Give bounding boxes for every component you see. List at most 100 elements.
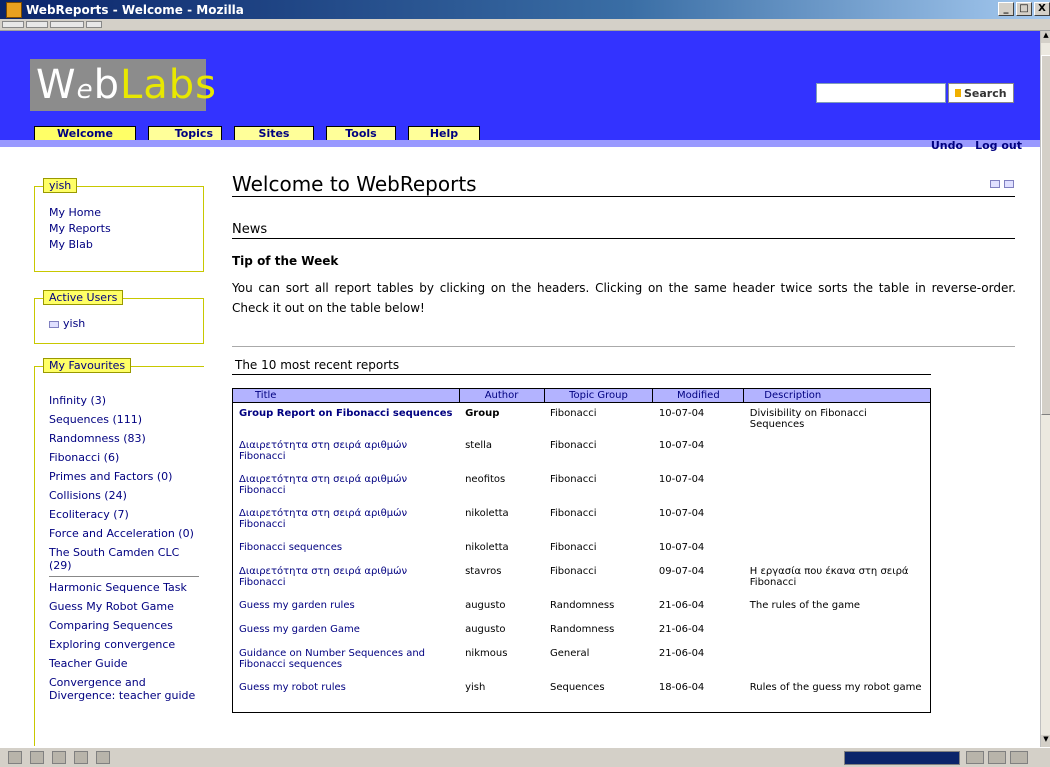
status-bar	[0, 747, 1050, 767]
report-title-cell[interactable]: Διαιρετότητα στη σειρά αριθμών Fibonacci	[233, 435, 460, 469]
favourite-item[interactable]: Teacher Guide	[49, 657, 199, 670]
report-title-cell[interactable]: Guess my garden Game	[233, 619, 460, 643]
favourite-item[interactable]: Collisions (24)	[49, 489, 199, 502]
report-modified-cell: 18-06-04	[658, 681, 705, 693]
table-row[interactable]: Group Report on Fibonacci sequences Group…	[233, 403, 931, 435]
favourites-title: My Favourites	[43, 358, 132, 373]
scrollbar-thumb[interactable]	[1041, 55, 1050, 415]
mail-icon[interactable]	[30, 751, 44, 764]
logout-link[interactable]: Log out	[975, 139, 1022, 152]
report-description-cell	[744, 503, 931, 537]
favourite-item[interactable]: Primes and Factors (0)	[49, 470, 199, 483]
column-header-title[interactable]: Title	[232, 388, 460, 403]
favourite-item[interactable]: Convergence and Divergence: teacher guid…	[49, 676, 199, 702]
news-heading: News	[232, 222, 268, 237]
weblabs-logo[interactable]: WebLabs	[30, 59, 216, 111]
report-title-cell[interactable]: Guess my garden rules	[233, 595, 460, 619]
title-divider	[232, 196, 1015, 197]
toolbar-grips	[0, 19, 1050, 31]
favourite-item[interactable]: Force and Acceleration (0)	[49, 527, 199, 540]
close-button[interactable]: X	[1034, 2, 1050, 16]
reports-table-body: Group Report on Fibonacci sequences Group…	[233, 403, 931, 713]
tab-help[interactable]: Help	[408, 126, 480, 140]
table-row[interactable]: Διαιρετότητα στη σειρά αριθμών Fibonacci…	[233, 503, 931, 537]
toolbar-grip[interactable]	[86, 21, 102, 28]
composer-icon[interactable]	[52, 751, 66, 764]
table-row[interactable]: Guess my robot rules yish Sequences 18-06-0…	[233, 677, 931, 713]
my-home-link[interactable]: My Home	[49, 205, 203, 221]
my-reports-link[interactable]: My Reports	[49, 221, 203, 237]
report-topic-cell: Fibonacci	[550, 439, 597, 451]
security-lock-icon[interactable]	[1010, 751, 1028, 764]
navigator-icon[interactable]	[8, 751, 22, 764]
report-title-cell[interactable]: Group Report on Fibonacci sequences	[233, 403, 460, 435]
favourite-item[interactable]: Comparing Sequences	[49, 619, 199, 632]
window-controls: _ □ X	[998, 2, 1050, 16]
tab-sites[interactable]: Sites	[234, 126, 314, 140]
search-input[interactable]	[816, 83, 946, 103]
report-author-cell: stella	[465, 439, 493, 451]
column-header-modified[interactable]: Modified	[652, 388, 745, 403]
report-title-cell[interactable]: Fibonacci sequences	[233, 537, 460, 561]
connection-icon	[966, 751, 984, 764]
cookie-icon[interactable]	[988, 751, 1006, 764]
favourite-item[interactable]: Ecoliteracy (7)	[49, 508, 199, 521]
vertical-scrollbar[interactable]: ▲ ▼	[1040, 31, 1050, 747]
report-author-cell: nikoletta	[465, 507, 509, 519]
favourite-item[interactable]: Harmonic Sequence Task	[49, 581, 199, 594]
email-icon[interactable]	[990, 180, 1000, 188]
table-row[interactable]: Διαιρετότητα στη σειρά αριθμών Fibonacci…	[233, 435, 931, 469]
report-modified-cell: 21-06-04	[658, 623, 705, 635]
report-author-cell: neofitos	[465, 473, 506, 485]
address-book-icon[interactable]	[74, 751, 88, 764]
search-button-label: Search	[964, 86, 1007, 100]
table-row[interactable]: Guess my garden rules augusto Randomness 21…	[233, 595, 931, 619]
report-modified-cell: 21-06-04	[658, 599, 705, 611]
report-title-cell[interactable]: Διαιρετότητα στη σειρά αριθμών Fibonacci	[233, 469, 460, 503]
undo-link[interactable]: Undo	[931, 139, 963, 152]
report-topic-cell: Fibonacci	[550, 408, 597, 419]
user-menu-box: yish My Home My Reports My Blab	[34, 178, 204, 272]
minimize-button[interactable]: _	[998, 2, 1014, 16]
active-user-item[interactable]: yish	[49, 316, 203, 332]
table-row[interactable]: Διαιρετότητα στη σειρά αριθμών Fibonacci…	[233, 469, 931, 503]
table-row[interactable]: Guidance on Number Sequences and Fibonac…	[233, 643, 931, 677]
toolbar-grip[interactable]	[26, 21, 48, 28]
table-row[interactable]: Fibonacci sequences nikoletta Fibonacci 10-…	[233, 537, 931, 561]
active-user-name: yish	[63, 317, 86, 330]
favourite-item[interactable]: The South Camden CLC (29)	[49, 546, 199, 572]
favourite-item[interactable]: Sequences (111)	[49, 413, 199, 426]
report-author-cell: augusto	[465, 599, 506, 611]
maximize-button[interactable]: □	[1016, 2, 1032, 16]
column-header-author[interactable]: Author	[458, 388, 545, 403]
favourite-item[interactable]: Infinity (3)	[49, 394, 199, 407]
search-button[interactable]: Search	[948, 83, 1014, 103]
table-row[interactable]: Guess my garden Game augusto Randomness 21-…	[233, 619, 931, 643]
recent-divider	[232, 374, 931, 375]
favourite-item[interactable]: Fibonacci (6)	[49, 451, 199, 464]
report-description-cell: Rules of the guess my robot game	[749, 681, 922, 693]
my-blab-link[interactable]: My Blab	[49, 237, 203, 253]
scroll-up-icon[interactable]: ▲	[1041, 31, 1050, 43]
scroll-down-icon[interactable]: ▼	[1041, 735, 1050, 747]
favourite-item[interactable]: Randomness (83)	[49, 432, 199, 445]
chatzilla-icon[interactable]	[96, 751, 110, 764]
tab-topics[interactable]: Topics	[148, 126, 222, 140]
logo-letter: W	[36, 62, 77, 108]
tab-welcome[interactable]: Welcome	[34, 126, 136, 140]
tab-tools[interactable]: Tools	[326, 126, 396, 140]
report-title-cell[interactable]: Guidance on Number Sequences and Fibonac…	[233, 643, 460, 677]
report-title-cell[interactable]: Διαιρετότητα στη σειρά αριθμών Fibonacci	[233, 503, 460, 537]
favourite-item[interactable]: Exploring convergence	[49, 638, 199, 651]
column-header-description[interactable]: Description	[743, 388, 931, 403]
report-author-cell: augusto	[465, 623, 506, 635]
favourite-item[interactable]: Guess My Robot Game	[49, 600, 199, 613]
toolbar-grip[interactable]	[50, 21, 84, 28]
print-icon[interactable]	[1004, 180, 1014, 188]
column-header-topic-group[interactable]: Topic Group	[543, 388, 654, 403]
report-title-cell[interactable]: Διαιρετότητα στη σειρά αριθμών Fibonacci	[233, 561, 460, 595]
table-row[interactable]: Διαιρετότητα στη σειρά αριθμών Fibonacci…	[233, 561, 931, 595]
toolbar-grip[interactable]	[2, 21, 24, 28]
report-title-cell[interactable]: Guess my robot rules	[233, 677, 460, 713]
tip-divider	[232, 346, 1015, 347]
